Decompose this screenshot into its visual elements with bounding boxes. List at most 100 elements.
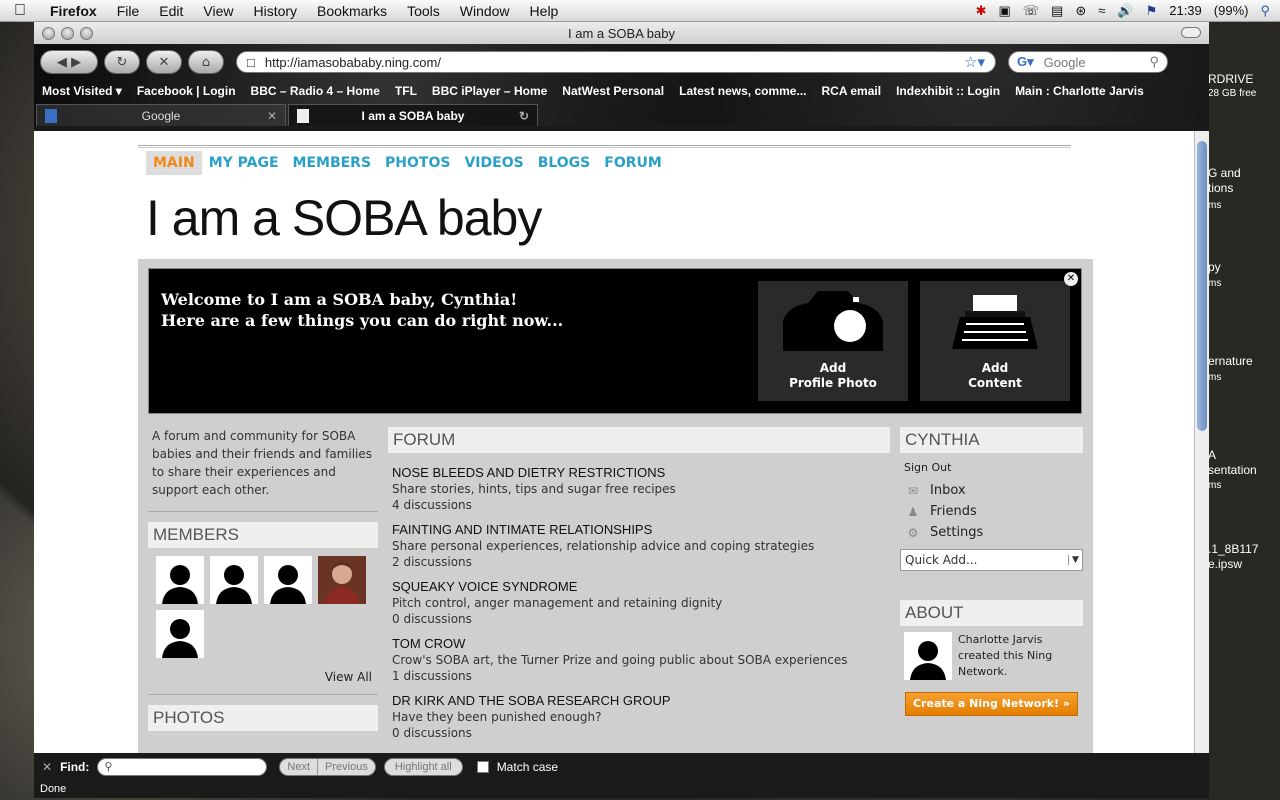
apple-icon[interactable]:  [0, 2, 40, 20]
back-forward-button[interactable]: ◀ ▶ [40, 50, 98, 74]
bookmark-facebook[interactable]: Facebook | Login [137, 84, 251, 98]
toolbar-toggle-button[interactable] [1181, 27, 1201, 38]
nav-my-page[interactable]: MY PAGE [202, 151, 286, 175]
bluetooth-icon[interactable]: ⊛ [1075, 3, 1086, 19]
inbox-link[interactable]: ✉ Inbox [900, 480, 1083, 501]
find-previous-button[interactable]: Previous [317, 759, 375, 775]
desktop-label[interactable]: tions [1208, 181, 1233, 195]
home-button[interactable]: ⌂ [188, 50, 224, 74]
chat-icon[interactable]: ▤ [1051, 3, 1063, 19]
bookmark-star-icon[interactable]: ☆▾ [964, 53, 995, 71]
bookmark-bbc-iplayer[interactable]: BBC iPlayer – Home [432, 84, 562, 98]
about-header[interactable]: ABOUT [900, 600, 1083, 626]
match-case-label[interactable]: Match case [497, 760, 558, 774]
stop-button[interactable]: ✕ [146, 50, 182, 74]
member-photo-avatar[interactable] [318, 556, 366, 604]
wifi-icon[interactable]: ≈ [1098, 3, 1105, 18]
desktop-label[interactable]: A [1208, 448, 1216, 462]
battery-monitor-icon[interactable]: ▣ [998, 3, 1010, 19]
bookmark-tfl[interactable]: TFL [395, 84, 432, 98]
menu-app-name[interactable]: Firefox [40, 3, 107, 19]
menu-file[interactable]: File [107, 3, 150, 19]
address-bar[interactable]: □ http://iamasobababy.ning.com/ ☆▾ [236, 51, 996, 73]
photos-header[interactable]: PHOTOS [148, 705, 378, 731]
menu-history[interactable]: History [243, 3, 307, 19]
flag-icon[interactable]: ⚑ [1146, 3, 1158, 19]
settings-link[interactable]: ⚙ Settings [900, 522, 1083, 543]
google-icon[interactable]: G▾ [1017, 54, 1034, 70]
menu-tools[interactable]: Tools [397, 3, 450, 19]
add-content-card[interactable]: Add Content [920, 281, 1070, 401]
topic-title-link[interactable]: SQUEAKY VOICE SYNDROME [392, 579, 886, 594]
forum-header[interactable]: FORUM [388, 427, 890, 453]
desktop-label[interactable]: ernature [1208, 354, 1253, 368]
vertical-scrollbar[interactable] [1194, 131, 1209, 753]
member-avatar[interactable] [156, 610, 204, 658]
bookmark-charlotte-jarvis[interactable]: Main : Charlotte Jarvis [1015, 84, 1159, 98]
search-placeholder[interactable]: Google [1044, 55, 1150, 70]
window-titlebar[interactable]: I am a SOBA baby [34, 22, 1209, 44]
menu-bookmarks[interactable]: Bookmarks [307, 3, 397, 19]
members-header[interactable]: MEMBERS [148, 522, 378, 548]
bookmark-indexhibit[interactable]: Indexhibit :: Login [896, 84, 1015, 98]
topic-title-link[interactable]: FAINTING AND INTIMATE RELATIONSHIPS [392, 522, 886, 537]
bookmark-natwest[interactable]: NatWest Personal [562, 84, 679, 98]
topic-title-link[interactable]: TOM CROW [392, 636, 886, 651]
extension-icon[interactable]: ✱ [976, 3, 987, 19]
close-tab-icon[interactable]: ✕ [267, 109, 277, 123]
volume-icon[interactable]: 🔊 [1117, 3, 1133, 19]
desktop-label[interactable]: .1_8B117 [1208, 542, 1259, 556]
url-text[interactable]: http://iamasobababy.ning.com/ [255, 55, 964, 70]
friends-link[interactable]: ♟ Friends [900, 501, 1083, 522]
menu-view[interactable]: View [193, 3, 243, 19]
nav-blogs[interactable]: BLOGS [531, 151, 598, 175]
topic-title-link[interactable]: NOSE BLEEDS AND DIETRY RESTRICTIONS [392, 465, 886, 480]
tab-google[interactable]: Google ✕ [36, 104, 286, 126]
close-find-icon[interactable]: ✕ [42, 760, 52, 774]
highlight-all-button[interactable]: Highlight all [383, 758, 463, 776]
create-ning-network-button[interactable]: Create a Ning Network! » [905, 692, 1078, 716]
user-header[interactable]: CYNTHIA [900, 427, 1083, 453]
spotlight-icon[interactable]: ⚲ [1260, 3, 1270, 19]
desktop-label[interactable]: e.ipsw [1208, 557, 1242, 571]
member-avatar[interactable] [156, 556, 204, 604]
nav-videos[interactable]: VIDEOS [457, 151, 530, 175]
nav-photos[interactable]: PHOTOS [378, 151, 457, 175]
bookmark-most-visited[interactable]: Most Visited ▾ [42, 84, 137, 98]
nav-forum[interactable]: FORUM [597, 151, 669, 175]
bookmark-latest-news[interactable]: Latest news, comme... [679, 84, 821, 98]
scrollbar-thumb[interactable] [1197, 141, 1207, 431]
tab-soba-baby[interactable]: I am a SOBA baby ↻ [288, 104, 538, 126]
desktop-label[interactable]: G and [1208, 166, 1241, 180]
find-input[interactable]: ⚲ [97, 758, 268, 776]
menu-help[interactable]: Help [520, 3, 569, 19]
battery-status[interactable]: (99%) [1214, 3, 1249, 18]
bookmark-bbc-radio4[interactable]: BBC – Radio 4 – Home [251, 84, 395, 98]
match-case-checkbox[interactable] [476, 761, 489, 773]
desktop-label[interactable]: RDRIVE [1208, 72, 1253, 86]
topic-title-link[interactable]: DR KIRK AND THE SOBA RESEARCH GROUP [392, 693, 886, 708]
creator-avatar[interactable] [904, 632, 952, 680]
nav-members[interactable]: MEMBERS [286, 151, 379, 175]
menu-edit[interactable]: Edit [149, 3, 193, 19]
member-avatar[interactable] [210, 556, 258, 604]
close-tab-icon[interactable]: ↻ [519, 109, 529, 123]
quick-add-select[interactable]: Quick Add... ▼ [900, 549, 1083, 571]
nav-main[interactable]: MAIN [146, 151, 202, 175]
phone-icon[interactable]: ☏ [1023, 3, 1039, 19]
sign-out-link[interactable]: Sign Out [900, 453, 1083, 480]
magnifier-icon[interactable]: ⚲ [1149, 54, 1159, 70]
menu-window[interactable]: Window [450, 3, 520, 19]
site-title[interactable]: I am a SOBA baby [146, 189, 542, 247]
add-profile-photo-card[interactable]: Add Profile Photo [758, 281, 908, 401]
bookmark-rca-email[interactable]: RCA email [822, 84, 897, 98]
find-next-button[interactable]: Next [280, 759, 317, 775]
search-box[interactable]: G▾ Google ⚲ [1008, 51, 1168, 73]
desktop-label[interactable]: py [1208, 260, 1221, 274]
member-avatar[interactable] [264, 556, 312, 604]
close-welcome-icon[interactable]: ✕ [1064, 272, 1078, 286]
desktop-label[interactable]: sentation [1208, 463, 1257, 477]
view-all-members-link[interactable]: View All [148, 658, 378, 684]
clock[interactable]: 21:39 [1169, 3, 1202, 18]
reload-button[interactable]: ↻ [104, 50, 140, 74]
